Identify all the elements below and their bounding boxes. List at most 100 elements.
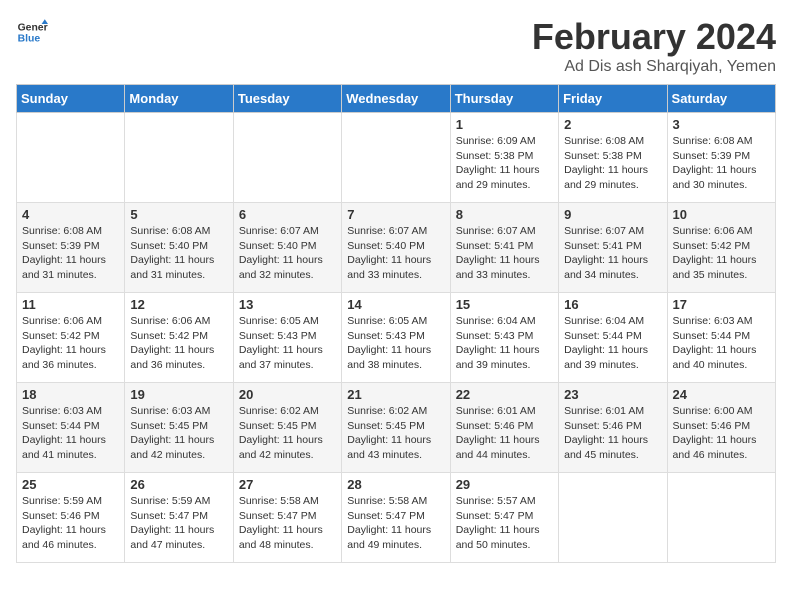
day-number: 3	[673, 117, 770, 132]
calendar-cell: 1Sunrise: 6:09 AM Sunset: 5:38 PM Daylig…	[450, 113, 558, 203]
calendar-cell	[559, 473, 667, 563]
day-number: 2	[564, 117, 661, 132]
day-number: 10	[673, 207, 770, 222]
svg-text:Blue: Blue	[18, 34, 41, 45]
day-info: Sunrise: 6:06 AM Sunset: 5:42 PM Dayligh…	[673, 224, 770, 283]
calendar-cell	[233, 113, 341, 203]
calendar-cell: 27 Sunrise: 5:58 AM Sunset: 5:47 PM Dayli…	[233, 473, 341, 563]
calendar-cell: 24Sunrise: 6:00 AM Sunset: 5:46 PM Dayli…	[667, 383, 775, 473]
header-saturday: Saturday	[667, 85, 775, 113]
calendar-cell: 22 Sunrise: 6:01 AM Sunset: 5:46 PM Dayli…	[450, 383, 558, 473]
day-info: Sunrise: 6:08 AM Sunset: 5:40 PM Dayligh…	[130, 224, 227, 283]
day-number: 16	[564, 297, 661, 312]
calendar-body: 1Sunrise: 6:09 AM Sunset: 5:38 PM Daylig…	[17, 113, 776, 563]
day-info: Sunrise: 5:59 AM Sunset: 5:47 PM Dayligh…	[130, 494, 227, 553]
day-number: 27	[239, 477, 336, 492]
day-info: Sunrise: 5:58 AM Sunset: 5:47 PM Dayligh…	[239, 494, 336, 553]
day-number: 29	[456, 477, 553, 492]
header-wednesday: Wednesday	[342, 85, 450, 113]
calendar-cell: 12Sunrise: 6:06 AM Sunset: 5:42 PM Dayli…	[125, 293, 233, 383]
day-info: Sunrise: 6:03 AM Sunset: 5:44 PM Dayligh…	[22, 404, 119, 463]
calendar-cell: 28Sunrise: 5:58 AM Sunset: 5:47 PM Dayli…	[342, 473, 450, 563]
day-number: 18	[22, 387, 119, 402]
day-number: 19	[130, 387, 227, 402]
day-info: Sunrise: 6:02 AM Sunset: 5:45 PM Dayligh…	[347, 404, 444, 463]
calendar-cell: 26 Sunrise: 5:59 AM Sunset: 5:47 PM Dayli…	[125, 473, 233, 563]
svg-text:General: General	[18, 22, 48, 33]
calendar-cell: 16Sunrise: 6:04 AM Sunset: 5:44 PM Dayli…	[559, 293, 667, 383]
day-info: Sunrise: 6:08 AM Sunset: 5:38 PM Dayligh…	[564, 134, 661, 193]
day-info: Sunrise: 6:05 AM Sunset: 5:43 PM Dayligh…	[239, 314, 336, 373]
calendar-cell	[17, 113, 125, 203]
logo-icon: General Blue	[16, 16, 48, 48]
calendar-cell: 8 Sunrise: 6:07 AM Sunset: 5:41 PM Daylig…	[450, 203, 558, 293]
page-title: February 2024	[532, 16, 776, 58]
day-number: 25	[22, 477, 119, 492]
page-header: General Blue February 2024 Ad Dis ash Sh…	[16, 16, 776, 76]
day-info: Sunrise: 6:07 AM Sunset: 5:41 PM Dayligh…	[456, 224, 553, 283]
day-info: Sunrise: 6:03 AM Sunset: 5:44 PM Dayligh…	[673, 314, 770, 373]
day-number: 7	[347, 207, 444, 222]
day-info: Sunrise: 6:07 AM Sunset: 5:41 PM Dayligh…	[564, 224, 661, 283]
day-number: 14	[347, 297, 444, 312]
header-row: Sunday Monday Tuesday Wednesday Thursday…	[17, 85, 776, 113]
day-number: 4	[22, 207, 119, 222]
calendar-cell: 7 Sunrise: 6:07 AM Sunset: 5:40 PM Daylig…	[342, 203, 450, 293]
title-block: February 2024 Ad Dis ash Sharqiyah, Yeme…	[532, 16, 776, 76]
calendar-cell: 25 Sunrise: 5:59 AM Sunset: 5:46 PM Dayli…	[17, 473, 125, 563]
day-info: Sunrise: 6:01 AM Sunset: 5:46 PM Dayligh…	[564, 404, 661, 463]
calendar-week-1: 1Sunrise: 6:09 AM Sunset: 5:38 PM Daylig…	[17, 113, 776, 203]
calendar-cell: 9 Sunrise: 6:07 AM Sunset: 5:41 PM Daylig…	[559, 203, 667, 293]
day-info: Sunrise: 6:01 AM Sunset: 5:46 PM Dayligh…	[456, 404, 553, 463]
calendar-header: Sunday Monday Tuesday Wednesday Thursday…	[17, 85, 776, 113]
day-info: Sunrise: 5:57 AM Sunset: 5:47 PM Dayligh…	[456, 494, 553, 553]
calendar-cell: 18 Sunrise: 6:03 AM Sunset: 5:44 PM Dayli…	[17, 383, 125, 473]
calendar-cell: 10 Sunrise: 6:06 AM Sunset: 5:42 PM Dayli…	[667, 203, 775, 293]
header-tuesday: Tuesday	[233, 85, 341, 113]
day-info: Sunrise: 6:06 AM Sunset: 5:42 PM Dayligh…	[130, 314, 227, 373]
day-info: Sunrise: 5:59 AM Sunset: 5:46 PM Dayligh…	[22, 494, 119, 553]
calendar-cell: 14Sunrise: 6:05 AM Sunset: 5:43 PM Dayli…	[342, 293, 450, 383]
logo: General Blue	[16, 16, 48, 48]
header-sunday: Sunday	[17, 85, 125, 113]
day-number: 9	[564, 207, 661, 222]
day-number: 13	[239, 297, 336, 312]
day-info: Sunrise: 6:04 AM Sunset: 5:43 PM Dayligh…	[456, 314, 553, 373]
calendar-cell: 4 Sunrise: 6:08 AM Sunset: 5:39 PM Daylig…	[17, 203, 125, 293]
calendar-cell: 23 Sunrise: 6:01 AM Sunset: 5:46 PM Dayli…	[559, 383, 667, 473]
day-number: 8	[456, 207, 553, 222]
header-monday: Monday	[125, 85, 233, 113]
calendar-cell: 21 Sunrise: 6:02 AM Sunset: 5:45 PM Dayli…	[342, 383, 450, 473]
page-subtitle: Ad Dis ash Sharqiyah, Yemen	[532, 58, 776, 76]
calendar-cell: 29 Sunrise: 5:57 AM Sunset: 5:47 PM Dayli…	[450, 473, 558, 563]
day-number: 1	[456, 117, 553, 132]
day-info: Sunrise: 6:08 AM Sunset: 5:39 PM Dayligh…	[673, 134, 770, 193]
calendar-cell	[667, 473, 775, 563]
calendar-cell: 3 Sunrise: 6:08 AM Sunset: 5:39 PM Daylig…	[667, 113, 775, 203]
day-number: 6	[239, 207, 336, 222]
day-info: Sunrise: 5:58 AM Sunset: 5:47 PM Dayligh…	[347, 494, 444, 553]
day-number: 21	[347, 387, 444, 402]
day-number: 23	[564, 387, 661, 402]
day-number: 24	[673, 387, 770, 402]
day-info: Sunrise: 6:08 AM Sunset: 5:39 PM Dayligh…	[22, 224, 119, 283]
calendar-cell	[125, 113, 233, 203]
day-info: Sunrise: 6:03 AM Sunset: 5:45 PM Dayligh…	[130, 404, 227, 463]
calendar-week-3: 11Sunrise: 6:06 AM Sunset: 5:42 PM Dayli…	[17, 293, 776, 383]
calendar-cell: 6Sunrise: 6:07 AM Sunset: 5:40 PM Daylig…	[233, 203, 341, 293]
calendar-cell: 17Sunrise: 6:03 AM Sunset: 5:44 PM Dayli…	[667, 293, 775, 383]
calendar-cell: 5 Sunrise: 6:08 AM Sunset: 5:40 PM Daylig…	[125, 203, 233, 293]
header-friday: Friday	[559, 85, 667, 113]
day-number: 20	[239, 387, 336, 402]
header-thursday: Thursday	[450, 85, 558, 113]
calendar-cell: 20Sunrise: 6:02 AM Sunset: 5:45 PM Dayli…	[233, 383, 341, 473]
calendar-table: Sunday Monday Tuesday Wednesday Thursday…	[16, 84, 776, 563]
day-number: 26	[130, 477, 227, 492]
calendar-cell: 13 Sunrise: 6:05 AM Sunset: 5:43 PM Dayli…	[233, 293, 341, 383]
calendar-week-4: 18 Sunrise: 6:03 AM Sunset: 5:44 PM Dayli…	[17, 383, 776, 473]
calendar-week-5: 25 Sunrise: 5:59 AM Sunset: 5:46 PM Dayli…	[17, 473, 776, 563]
day-info: Sunrise: 6:07 AM Sunset: 5:40 PM Dayligh…	[347, 224, 444, 283]
calendar-cell: 19 Sunrise: 6:03 AM Sunset: 5:45 PM Dayli…	[125, 383, 233, 473]
day-number: 22	[456, 387, 553, 402]
day-number: 5	[130, 207, 227, 222]
